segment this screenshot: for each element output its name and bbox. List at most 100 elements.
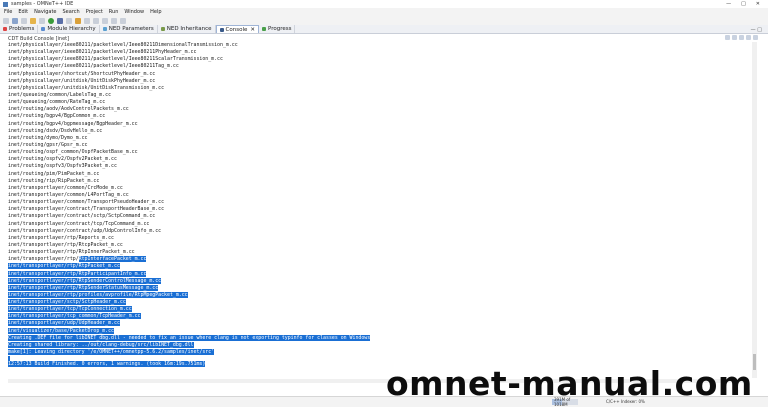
menu-search[interactable]: Search xyxy=(63,9,80,15)
console-line-text: inet/routing/ospf_common/OspfPacketBase_… xyxy=(8,149,138,156)
tab-label: Console xyxy=(225,26,248,33)
close-icon[interactable]: ✕ xyxy=(250,27,255,33)
console-line-text: make[1]: Leaving directory '/e/OMNET++/o… xyxy=(8,349,215,356)
main-toolbar xyxy=(0,16,768,25)
maximize-icon[interactable]: □ xyxy=(741,1,746,7)
title-bar: samples - OMNeT++ IDE — □ ✕ xyxy=(0,0,768,8)
console-line-text: inet/physicallayer/unitdisk/UnitDiskTran… xyxy=(8,84,165,91)
console-line-text: inet/transportlayer/contract/sctp/SctpCo… xyxy=(8,213,156,220)
menu-window[interactable]: Window xyxy=(124,9,144,15)
print-icon[interactable] xyxy=(21,17,27,24)
console-line-text: inet/transportlayer/contract/TransportHe… xyxy=(8,206,165,213)
console-line-text: inet/transportlayer/rtp/profiles/avprofi… xyxy=(8,291,188,298)
minimize-icon[interactable]: — xyxy=(726,1,731,7)
console-line: inet/routing/dsdv/DsdvHello_m.cc xyxy=(8,128,748,135)
console-line-text: inet/routing/pim/PimPacket_m.cc xyxy=(8,170,100,177)
view-tab-bar: Problems Module Hierarchy NED Parameters… xyxy=(0,25,768,34)
console-line: inet/routing/pim/PimPacket_m.cc xyxy=(8,171,748,178)
menu-run[interactable]: Run xyxy=(109,9,119,15)
console-line-text: inet/queueing/common/RateTag_m.cc xyxy=(8,99,106,106)
save-icon[interactable] xyxy=(12,17,18,24)
search-icon[interactable] xyxy=(84,17,90,24)
inheritance-icon xyxy=(160,27,165,31)
tab-module-hierarchy[interactable]: Module Hierarchy xyxy=(38,25,100,33)
console-line-text: inet/transportlayer/common/CrcMode_m.cc xyxy=(8,184,123,191)
hierarchy-icon xyxy=(41,27,46,31)
scroll-lock-icon[interactable] xyxy=(732,35,737,40)
run-icon[interactable] xyxy=(48,17,54,24)
console-line: inet/transportlayer/contract/sctp/SctpCo… xyxy=(8,213,748,220)
vertical-scrollbar[interactable] xyxy=(752,42,757,378)
tab-label: NED Inheritance xyxy=(166,26,212,32)
console-line-text: inet/transportlayer/rtp/RtpPacket_m.cc xyxy=(8,263,120,270)
display-console-icon[interactable] xyxy=(746,35,751,40)
previous-annotation-icon[interactable] xyxy=(102,17,108,24)
console-line-text: inet/physicallayer/unitdisk/UnitDiskPhyH… xyxy=(8,77,156,84)
console-line: inet/physicallayer/ieee80211/packetlevel… xyxy=(8,63,748,70)
console-line: make[1]: Leaving directory '/e/OMNET++/o… xyxy=(8,349,748,356)
console-line: inet/routing/dymo/Dymo_m.cc xyxy=(8,135,748,142)
console-line-text: inet/transportlayer/contract/udp/UdpCont… xyxy=(8,227,162,234)
menu-project[interactable]: Project xyxy=(86,9,103,15)
tab-problems[interactable]: Problems xyxy=(0,25,39,33)
open-type-icon[interactable] xyxy=(75,17,81,24)
build-console-output[interactable]: inet/physicallayer/ieee80211/packetlevel… xyxy=(8,42,748,378)
console-line: inet/transportlayer/tcp_common/TcpHeader… xyxy=(8,313,748,320)
tab-ned-inheritance[interactable]: NED Inheritance xyxy=(158,25,216,33)
forward-icon[interactable] xyxy=(120,17,126,24)
parameters-icon xyxy=(102,27,107,31)
tab-progress[interactable]: Progress xyxy=(259,25,296,33)
new-icon[interactable] xyxy=(3,17,9,24)
console-line: inet/physicallayer/unitdisk/UnitDiskPhyH… xyxy=(8,78,748,85)
pin-console-icon[interactable] xyxy=(739,35,744,40)
menu-help[interactable]: Help xyxy=(150,9,161,15)
console-line: inet/transportlayer/rtp/profiles/avprofi… xyxy=(8,291,748,299)
menu-edit[interactable]: Edit xyxy=(18,9,28,15)
minimize-view-icon[interactable]: — □ xyxy=(751,27,762,33)
console-line: inet/queueing/common/RateTag_m.cc xyxy=(8,99,748,106)
tab-console[interactable]: Console ✕ xyxy=(215,25,259,33)
menu-navigate[interactable]: Navigate xyxy=(34,9,56,15)
next-annotation-icon[interactable] xyxy=(93,17,99,24)
console-line-text: inet/transportlayer/sctp/SctpHeader_m.cc xyxy=(8,299,126,306)
console-line-text: inet/routing/bgpv4/BgpCommon_m.cc xyxy=(8,113,106,120)
close-icon[interactable]: ✕ xyxy=(756,1,760,7)
console-line: inet/physicallayer/shortcut/ShortcutPhyH… xyxy=(8,71,748,78)
clear-console-icon[interactable] xyxy=(725,35,730,40)
console-line-text: inet/transportlayer/common/L4PortTag_m.c… xyxy=(8,191,129,198)
console-line: inet/transportlayer/udp/UdpHeader_m.cc xyxy=(8,320,748,327)
back-icon[interactable] xyxy=(111,17,117,24)
console-line: inet/transportlayer/rtp/RtpPacket_m.cc xyxy=(8,263,748,270)
menu-file[interactable]: File xyxy=(4,9,12,15)
console-line: inet/routing/bgpv4/BgpCommon_m.cc xyxy=(8,113,748,120)
console-line: inet/routing/rip/RipPacket_m.cc xyxy=(8,178,748,185)
console-line: inet/transportlayer/contract/tcp/TcpComm… xyxy=(8,221,748,228)
console-line: inet/routing/bgpv4/bgpmessage/BgpHeader_… xyxy=(8,121,748,128)
console-line: inet/transportlayer/rtp/RtpParticipantIn… xyxy=(8,270,748,278)
open-console-icon[interactable] xyxy=(753,35,758,40)
tab-label: NED Parameters xyxy=(108,26,154,32)
console-line-text: inet/transportlayer/rtp/RtcpPacket_m.cc xyxy=(8,241,123,248)
console-line-text: inet/physicallayer/ieee80211/packetlevel… xyxy=(8,56,223,63)
console-line-text: inet/routing/ospfv3/Ospfv3Packet_m.cc xyxy=(8,163,117,170)
scrollbar-thumb[interactable] xyxy=(753,354,756,370)
console-line-text: inet/visualizer/base/PacketDrop_m.cc xyxy=(8,327,114,334)
console-line-text: inet/transportlayer/contract/tcp/TcpComm… xyxy=(8,220,150,227)
console-line-text: inet/transportlayer/tcp_common/TcpHeader… xyxy=(8,313,141,320)
console-line-text: inet/transportlayer/tcp/TcpConnection_m.… xyxy=(8,306,132,313)
console-line: inet/routing/ospfv2/Ospfv2Packet_m.cc xyxy=(8,156,748,163)
console-line-text: Creating shared library: ../out/clang-de… xyxy=(8,341,194,348)
console-line: inet/transportlayer/contract/udp/UdpCont… xyxy=(8,228,748,235)
debug-icon[interactable] xyxy=(57,17,63,24)
console-line: inet/transportlayer/rtp/RtcpPacket_m.cc xyxy=(8,242,748,249)
dropdown-icon[interactable] xyxy=(66,17,72,24)
console-icon xyxy=(219,27,224,32)
console-line: inet/transportlayer/common/L4PortTag_m.c… xyxy=(8,192,748,199)
tab-ned-parameters[interactable]: NED Parameters xyxy=(100,25,158,33)
tab-label: Progress xyxy=(267,26,292,32)
console-line-text: inet/transportlayer/rtp/ xyxy=(8,256,79,263)
console-toolbar xyxy=(725,35,758,42)
dropdown-icon[interactable] xyxy=(39,17,45,24)
build-icon[interactable] xyxy=(30,17,36,24)
console-line: inet/transportlayer/rtp/Reports_m.cc xyxy=(8,235,748,242)
